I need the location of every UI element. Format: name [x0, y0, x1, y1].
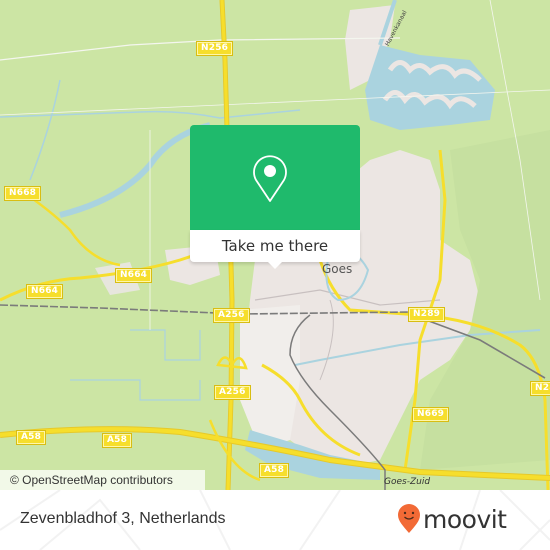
address-text: Zevenbladhof 3, Netherlands [20, 510, 226, 527]
ditch-1 [0, 109, 301, 119]
road-label-n256: N256 [197, 42, 233, 55]
road-label-a256: A256 [214, 309, 249, 322]
road-label-a58: A58 [260, 464, 289, 477]
map-view[interactable]: N256 N668 N664 N664 A256 A256 N289 N28 N… [0, 0, 550, 490]
ditches-south-2 [70, 379, 201, 401]
place-label-goes: Goes [322, 262, 353, 276]
road-label-a58: A58 [103, 434, 132, 447]
osm-attribution[interactable]: © OpenStreetMap contributors [0, 470, 205, 490]
popup-header [190, 125, 360, 230]
road-label-n289: N28 [531, 382, 550, 395]
harbour-water [365, 45, 495, 130]
road-label-a256: A256 [215, 386, 250, 399]
footer: Zevenbladhof 3, Netherlands moovit [0, 490, 550, 550]
map-pin-icon [253, 155, 287, 202]
road-label-n289: N289 [409, 308, 445, 321]
road-label-n664: N664 [116, 269, 152, 282]
moovit-wordmark: moovit [423, 504, 507, 534]
road-label-n664: N664 [27, 285, 63, 298]
ditches-south [130, 329, 201, 361]
moovit-logo[interactable]: moovit [397, 502, 507, 536]
ditch-2 [29, 79, 61, 181]
road-label-n668: N668 [5, 187, 41, 200]
popup-pointer [267, 261, 283, 269]
place-label-goes-zuid: Goes-Zuid [384, 477, 431, 487]
road-label-a58: A58 [17, 431, 46, 444]
location-popup: Take me there [190, 125, 360, 269]
river-west [59, 122, 211, 218]
take-me-there-button[interactable]: Take me there [190, 230, 360, 262]
industrial-area [240, 305, 300, 450]
road-label-n669: N669 [413, 408, 449, 421]
moovit-smiley-pin-icon [398, 504, 420, 533]
